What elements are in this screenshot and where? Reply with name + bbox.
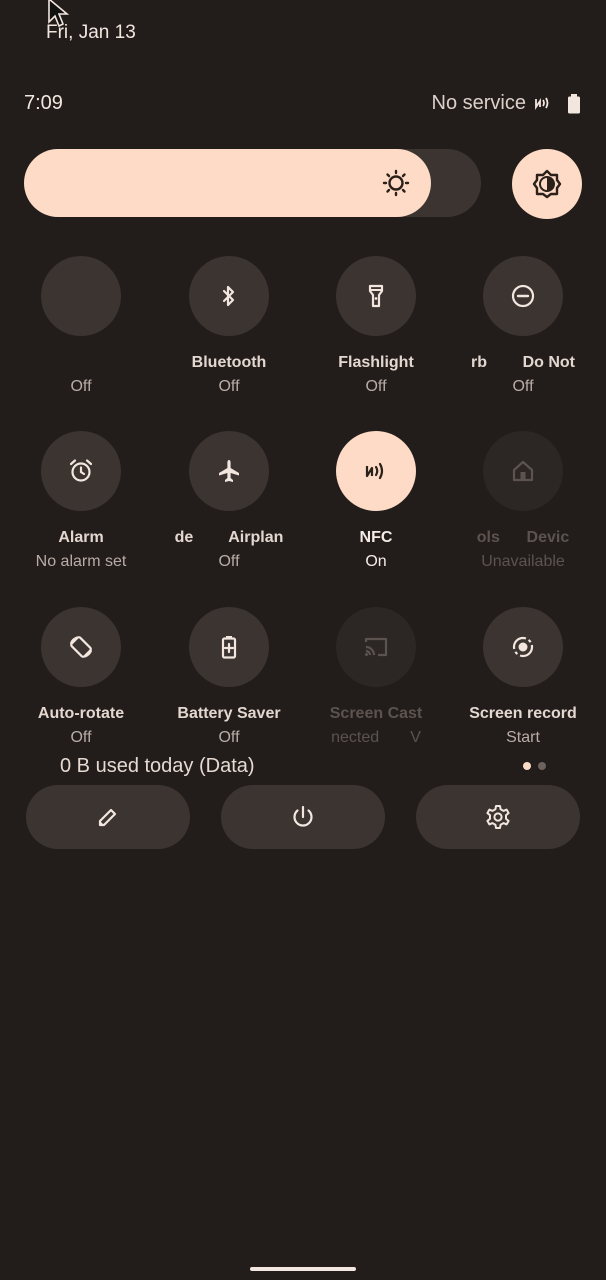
auto-rotate-icon [70,636,92,658]
tile-screen-cast[interactable]: Screen Cast nected V [302,607,450,757]
tile-nfc-label: NFC [359,529,393,546]
page-dot [538,762,546,770]
tile-internet[interactable]: Off [7,256,155,406]
tile-auto-rotate-label: Auto-rotate [37,705,125,722]
tile-flashlight-toggle[interactable] [336,256,416,336]
screen-record-icon [512,636,534,658]
auto-brightness-button[interactable] [512,149,582,219]
gear-icon [486,805,510,829]
tile-nfc[interactable]: NFC On [302,431,450,581]
home-indicator[interactable] [250,1267,356,1271]
tile-bluetooth-label: Bluetooth [191,354,267,371]
tile-screen-record-toggle[interactable] [483,607,563,687]
tile-battery-saver[interactable]: Battery Saver Off [155,607,303,757]
tile-internet-toggle[interactable] [41,256,121,336]
tile-battery-saver-label: Battery Saver [177,705,281,722]
tile-internet-state: Off [70,378,92,395]
tile-screen-cast-label: Screen Cast [329,705,423,722]
tile-flashlight-state: Off [365,378,387,395]
tile-bluetooth[interactable]: Bluetooth Off [155,256,303,406]
tile-device-controls-toggle[interactable] [483,431,563,511]
tile-alarm-state: No alarm set [35,553,127,570]
tile-dnd-state: Off [512,378,534,395]
power-icon [293,805,313,827]
page-indicator [523,762,547,770]
tile-auto-rotate-toggle[interactable] [41,607,121,687]
tile-nfc-toggle[interactable] [336,431,416,511]
page-dot-active [523,762,531,770]
tile-nfc-state: On [365,553,387,570]
brightness-slider[interactable] [24,149,481,217]
tile-screen-record-state: Start [506,729,540,746]
tile-device-controls-state: Unavailable [481,553,565,570]
power-button[interactable] [221,785,385,849]
tile-battery-saver-toggle[interactable] [189,607,269,687]
tile-screen-cast-state: nected V [331,729,421,746]
data-usage-label[interactable]: 0 B used today (Data) [60,755,255,778]
tile-auto-rotate-state: Off [70,729,92,746]
tile-dnd-label: rb Do Not [471,354,575,371]
nfc-icon [535,97,549,110]
clock: 7:09 [24,92,63,114]
flashlight-icon [368,284,384,308]
bluetooth-icon [222,285,235,307]
tile-screen-record-label: Screen record [469,705,577,722]
airplane-icon [219,460,239,482]
tile-airplane-toggle[interactable] [189,431,269,511]
battery-saver-icon [221,636,237,659]
tile-dnd-toggle[interactable] [483,256,563,336]
tile-alarm-toggle[interactable] [41,431,121,511]
tile-flashlight-label: Flashlight [338,354,414,371]
alarm-icon [69,459,93,482]
tile-auto-rotate[interactable]: Auto-rotate Off [7,607,155,757]
tile-airplane-label: de Airplan [174,529,284,546]
home-icon [512,460,534,482]
tile-device-controls[interactable]: ols Devic Unavailable [449,431,597,581]
network-status: No service [431,92,526,114]
tile-airplane-state: Off [218,553,240,570]
tile-alarm[interactable]: Alarm No alarm set [7,431,155,581]
tile-bluetooth-state: Off [218,378,240,395]
tile-device-controls-label: ols Devic [476,529,570,546]
tile-airplane[interactable]: de Airplan Off [155,431,303,581]
edit-button[interactable] [26,785,190,849]
tile-screen-record[interactable]: Screen record Start [449,607,597,757]
tile-dnd[interactable]: rb Do Not Off [449,256,597,406]
nfc-icon [365,462,384,480]
auto-brightness-icon [532,169,562,199]
cast-icon [364,637,388,657]
pencil-icon [98,808,117,827]
battery-icon [568,94,580,114]
do-not-disturb-icon [511,284,535,308]
sun-icon [382,169,410,197]
tile-screen-cast-toggle[interactable] [336,607,416,687]
tile-battery-saver-state: Off [218,729,240,746]
brightness-slider-fill[interactable] [24,149,431,217]
tile-flashlight[interactable]: Flashlight Off [302,256,450,406]
settings-button[interactable] [416,785,580,849]
tile-bluetooth-toggle[interactable] [189,256,269,336]
tile-alarm-label: Alarm [58,529,104,546]
date-label[interactable]: Fri, Jan 13 [46,22,136,44]
